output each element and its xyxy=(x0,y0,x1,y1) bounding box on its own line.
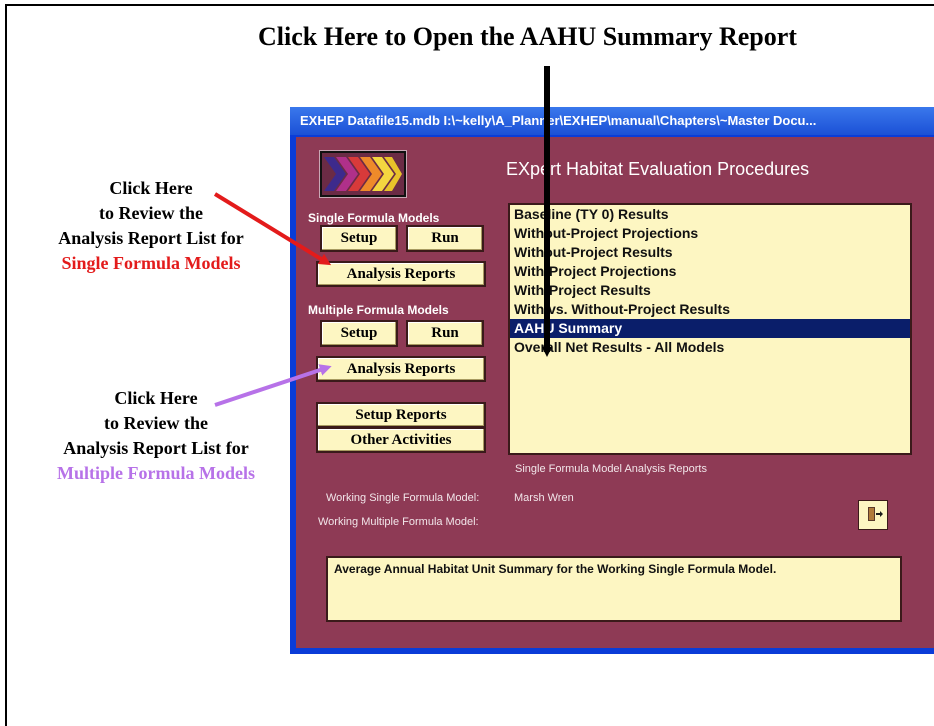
multiple-callout: Click Here to Review the Analysis Report… xyxy=(22,386,290,486)
chevron-logo-icon xyxy=(320,151,406,197)
report-list-item[interactable]: With vs. Without-Project Results xyxy=(510,300,910,319)
top-callout: Click Here to Open the AAHU Summary Repo… xyxy=(258,22,797,51)
report-list-item[interactable]: Overall Net Results - All Models xyxy=(510,338,910,357)
single-analysis-reports-button[interactable]: Analysis Reports xyxy=(316,261,486,287)
exhep-window: EXHEP Datafile15.mdb I:\~kelly\A_Planner… xyxy=(290,107,934,654)
other-activities-button[interactable]: Other Activities xyxy=(316,427,486,453)
exit-door-icon xyxy=(868,507,883,521)
working-single-value: Marsh Wren xyxy=(514,492,574,504)
window-titlebar[interactable]: EXHEP Datafile15.mdb I:\~kelly\A_Planner… xyxy=(290,107,934,135)
single-callout: Click Here to Review the Analysis Report… xyxy=(22,176,280,276)
single-callout-line4: Single Formula Models xyxy=(61,253,241,273)
single-run-button[interactable]: Run xyxy=(406,225,484,252)
report-list-item[interactable]: Baseline (TY 0) Results xyxy=(510,205,910,224)
multiple-setup-button[interactable]: Setup xyxy=(320,320,398,347)
report-list-item-aahu-summary[interactable]: AAHU Summary xyxy=(510,319,910,338)
multiple-callout-line2: to Review the xyxy=(104,413,208,433)
multiple-run-button[interactable]: Run xyxy=(406,320,484,347)
report-list-item[interactable]: With-Project Results xyxy=(510,281,910,300)
report-list-item[interactable]: Without-Project Projections xyxy=(510,224,910,243)
working-single-label: Working Single Formula Model: xyxy=(326,492,480,504)
multiple-callout-line4: Multiple Formula Models xyxy=(57,463,255,483)
setup-reports-button[interactable]: Setup Reports xyxy=(316,402,486,428)
single-setup-button[interactable]: Setup xyxy=(320,225,398,252)
single-callout-line3: Analysis Report List for xyxy=(58,228,244,248)
multiple-group-label: Multiple Formula Models xyxy=(308,303,449,317)
multiple-analysis-reports-button[interactable]: Analysis Reports xyxy=(316,356,486,382)
report-list[interactable]: Baseline (TY 0) Results Without-Project … xyxy=(508,203,912,455)
exit-button[interactable] xyxy=(858,500,888,530)
report-list-item[interactable]: With-Project Projections xyxy=(510,262,910,281)
working-multiple-label: Working Multiple Formula Model: xyxy=(318,516,479,528)
multiple-callout-line1: Click Here xyxy=(114,388,198,408)
window-client: EXpert Habitat Evaluation Procedures Sin… xyxy=(296,137,934,648)
single-group-label: Single Formula Models xyxy=(308,211,440,225)
single-callout-line1: Click Here xyxy=(109,178,193,198)
description-box: Average Annual Habitat Unit Summary for … xyxy=(326,556,902,622)
app-title: EXpert Habitat Evaluation Procedures xyxy=(506,159,810,179)
window-title: EXHEP Datafile15.mdb I:\~kelly\A_Planner… xyxy=(300,113,817,128)
report-list-item[interactable]: Without-Project Results xyxy=(510,243,910,262)
list-caption: Single Formula Model Analysis Reports xyxy=(515,463,707,475)
multiple-callout-line3: Analysis Report List for xyxy=(63,438,249,458)
single-callout-line2: to Review the xyxy=(99,203,203,223)
